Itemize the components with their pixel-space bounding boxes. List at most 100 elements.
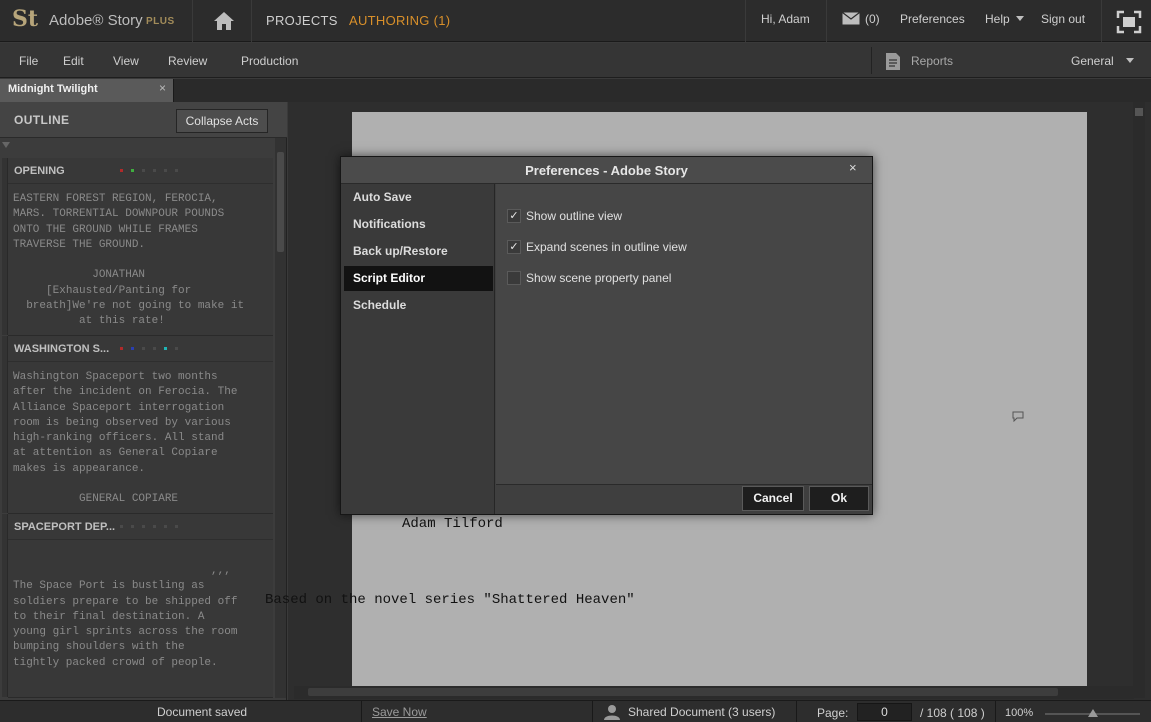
scene-header: SPACEPORT DEP... [8,514,273,540]
top-bar: St Adobe® Story PLUS PROJECTS AUTHORING … [0,0,1151,42]
document-tab-strip: Midnight Twilight × [0,79,1151,102]
zoom-level: 100% [1005,707,1034,719]
brand-tier: PLUS [146,16,175,27]
close-icon[interactable]: × [159,81,166,95]
divider [251,0,252,42]
outline-title: OUTLINE [14,113,70,127]
nav-projects[interactable]: PROJECTS [266,13,338,28]
workspace-dropdown[interactable]: General [1071,54,1114,68]
preferences-content: ✓ Show outline view ✓ Expand scenes in o… [496,184,872,484]
dialog-title: Preferences - Adobe Story [341,157,872,184]
cancel-button[interactable]: Cancel [742,486,804,511]
scene-title: OPENING [14,165,65,177]
pref-nav-auto-save[interactable]: Auto Save [344,185,493,210]
document-horizontal-scrollbar[interactable] [294,686,1134,699]
fullscreen-icon[interactable] [1116,10,1142,34]
dialog-footer: Cancel Ok [496,484,872,514]
scene-text: EASTERN FOREST REGION, FEROCIA, MARS. TO… [13,193,245,328]
script-author[interactable]: Adam Tilford [402,516,503,532]
pref-nav-script-editor[interactable]: Script Editor [344,266,493,291]
menu-review[interactable]: Review [168,54,207,68]
divider [995,701,996,722]
menu-view[interactable]: View [113,54,139,68]
scene-drag-handle[interactable] [2,336,8,513]
comment-icon[interactable] [1012,411,1024,422]
reports-icon[interactable] [885,52,901,71]
script-based-on[interactable]: Based on the novel series "Shattered Hea… [265,592,635,608]
scene-card[interactable]: OPENING EASTERN FOREST REGION, FEROCIA, … [2,158,273,336]
mail-count[interactable]: (0) [865,12,880,26]
status-bar: Document saved Save Now Shared Document … [0,700,1151,722]
scene-card[interactable]: SPACEPORT DEP... ,,, The Space Port is b… [2,514,273,698]
menu-edit[interactable]: Edit [63,54,84,68]
divider [745,0,746,42]
outline-scrollbar[interactable] [275,138,286,698]
expand-triangle-icon[interactable] [2,142,10,148]
ok-button[interactable]: Ok [809,486,869,511]
scene-header: OPENING [8,158,273,184]
document-vertical-scrollbar[interactable] [1133,102,1145,698]
menu-production[interactable]: Production [241,54,298,68]
zoom-slider-handle[interactable] [1088,709,1098,717]
scene-property-dots [120,525,186,529]
collapse-acts-button[interactable]: Collapse Acts [176,109,268,133]
shared-document-status[interactable]: Shared Document (3 users) [628,705,775,719]
option-expand-scenes[interactable]: ✓ Expand scenes in outline view [507,240,807,256]
divider [826,0,827,42]
page-number-input[interactable]: 0 [857,703,912,721]
page-label: Page: [817,706,849,720]
scrollbar-thumb[interactable] [308,688,1058,696]
checkbox-unchecked-icon[interactable] [507,271,521,285]
home-icon[interactable] [212,10,236,32]
checkbox-checked-icon[interactable]: ✓ [507,240,521,254]
page-total: / 108 ( 108 ) [920,706,985,720]
shared-users-icon [604,705,620,720]
reports-button[interactable]: Reports [911,54,953,68]
mail-icon[interactable] [842,12,860,25]
save-status: Document saved [157,705,248,719]
divider [592,701,593,722]
scene-text: ,,, The Space Port is bustling as soldie… [13,565,238,669]
outline-panel: OUTLINE Collapse Acts OPENING EASTERN FO… [0,102,287,700]
brand-name: Adobe® Story [49,12,143,29]
help-menu[interactable]: Help [985,12,1010,26]
scene-title: SPACEPORT DEP... [14,521,116,533]
menu-bar: File Edit View Review Production Reports… [0,43,1151,78]
option-label: Show scene property panel [526,271,672,285]
document-tab[interactable]: Midnight Twilight × [0,79,174,102]
divider [796,701,797,722]
menu-file[interactable]: File [19,54,38,68]
scene-property-dots [120,169,186,173]
option-label: Show outline view [526,209,623,223]
chevron-down-icon[interactable] [1016,16,1024,21]
scene-drag-handle[interactable] [2,514,8,697]
save-now-link[interactable]: Save Now [372,705,427,719]
outline-header: OUTLINE Collapse Acts [0,102,287,138]
app-logo[interactable]: St [12,6,40,36]
user-greeting: Hi, Adam [761,12,810,26]
preferences-dialog: Preferences - Adobe Story × Auto Save No… [340,156,873,515]
option-label: Expand scenes in outline view [526,240,687,254]
scene-title: WASHINGTON S... [14,343,110,355]
nav-authoring[interactable]: AUTHORING (1) [349,13,450,28]
scene-card[interactable]: WASHINGTON S... Washington Spaceport two… [2,336,273,514]
pref-nav-backup-restore[interactable]: Back up/Restore [344,239,493,264]
scrollbar-thumb[interactable] [277,152,284,252]
pref-nav-schedule[interactable]: Schedule [344,293,493,318]
option-show-scene-property-panel[interactable]: Show scene property panel [507,271,807,287]
divider [361,701,362,722]
divider [871,47,872,74]
scene-drag-handle[interactable] [2,158,8,335]
sign-out-link[interactable]: Sign out [1041,12,1085,26]
preferences-link[interactable]: Preferences [900,12,965,26]
scene-header: WASHINGTON S... [8,336,273,362]
option-show-outline-view[interactable]: ✓ Show outline view [507,209,807,225]
preferences-nav: Auto Save Notifications Back up/Restore … [341,184,495,514]
chevron-down-icon[interactable] [1126,58,1134,63]
scene-property-dots [120,347,186,351]
scrollbar-thumb[interactable] [1135,108,1143,116]
checkbox-checked-icon[interactable]: ✓ [507,209,521,223]
scene-text: Washington Spaceport two months after th… [13,371,238,506]
close-icon[interactable]: × [849,160,857,175]
pref-nav-notifications[interactable]: Notifications [344,212,493,237]
